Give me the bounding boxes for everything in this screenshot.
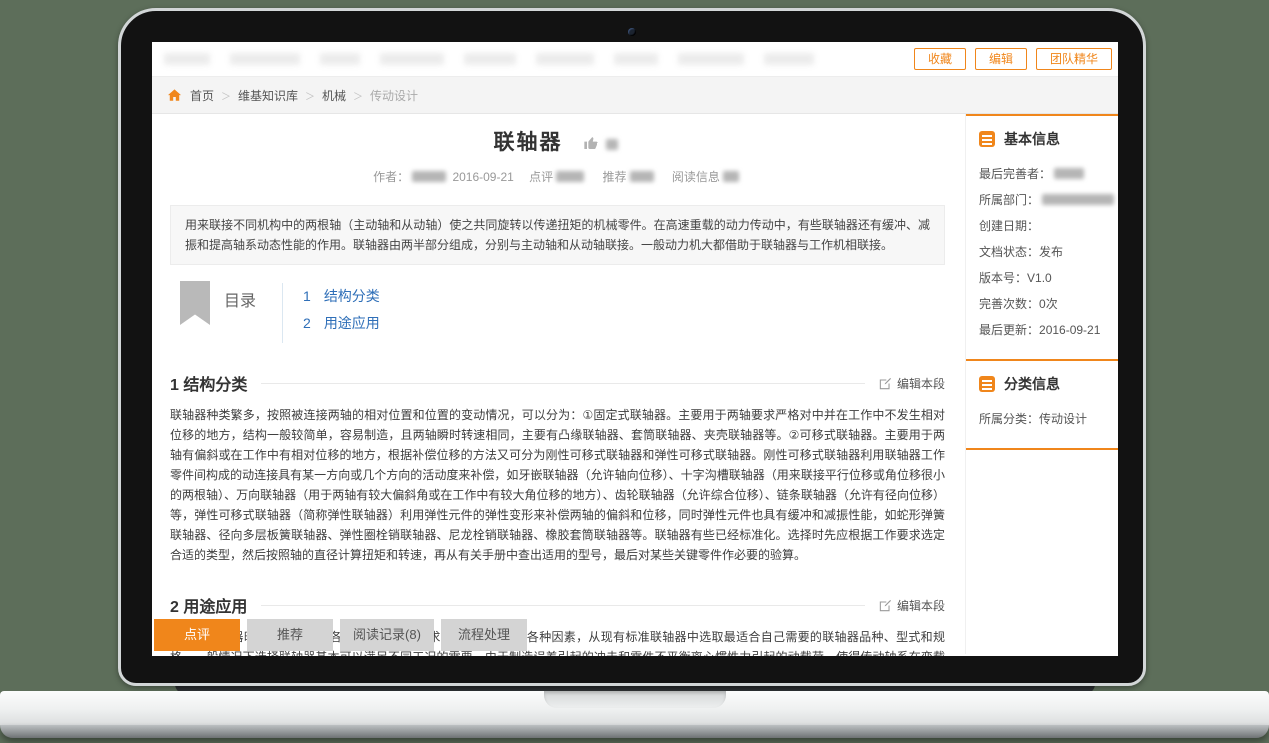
article-summary: 用来联接不同机构中的两根轴（主动轴和从动轴）使之共同旋转以传递扭矩的机械零件。在… — [170, 205, 945, 265]
toc-divider — [282, 283, 283, 343]
section-1-body: 联轴器种类繁多，按照被连接两轴的相对位置和位置的变动情况，可以分为：①固定式联轴… — [170, 405, 945, 565]
laptop-base — [0, 691, 1269, 725]
top-header: 收藏 编辑 团队精华 — [152, 42, 1118, 76]
recommend-count-redacted — [630, 171, 654, 182]
field-revision-count: 完善次数：0次 — [979, 291, 1110, 317]
toc-item-number: 2 — [303, 315, 311, 331]
breadcrumb-home[interactable]: 首页 — [190, 87, 214, 104]
category-info-title: 分类信息 — [1004, 374, 1060, 394]
toc-title: 目录 — [224, 287, 256, 311]
favorite-button[interactable]: 收藏 — [914, 48, 966, 70]
field-create-date: 创建日期： — [979, 213, 1110, 239]
breadcrumb-wiki[interactable]: 维基知识库 — [238, 87, 298, 104]
bookmark-icon — [180, 281, 210, 325]
like-count-redacted — [606, 139, 618, 150]
field-department: 所属部门： — [979, 187, 1110, 213]
edit-section-2-link[interactable]: 编辑本段 — [879, 597, 945, 614]
tab-comment[interactable]: 点评 — [154, 619, 240, 651]
bottom-tabs: 点评 推荐 阅读记录(8) 流程处理 — [154, 619, 527, 651]
toc-item-usage[interactable]: 2 用途应用 — [303, 310, 380, 337]
field-doc-status: 文档状态：发布 — [979, 239, 1110, 265]
title-row: 联轴器 — [170, 130, 945, 160]
toc-item-label[interactable]: 结构分类 — [324, 288, 380, 304]
section-1-heading: 1 结构分类 — [170, 371, 247, 395]
page-title: 联轴器 — [494, 131, 563, 154]
browser-page: 收藏 编辑 团队精华 首页 ＞ 维基知识库 ＞ 机械 ＞ 传动设计 — [152, 42, 1118, 656]
field-version: 版本号：V1.0 — [979, 265, 1110, 291]
last-editor-redacted — [1054, 168, 1084, 179]
tab-recommend[interactable]: 推荐 — [247, 619, 333, 651]
edit-section-label: 编辑本段 — [897, 597, 945, 614]
laptop-base-edge — [0, 725, 1269, 738]
author-label: 作者： — [373, 170, 409, 184]
toc-item-structure[interactable]: 1 结构分类 — [303, 283, 380, 310]
basic-info-header: 基本信息 — [979, 129, 1110, 149]
publish-date: 2016-09-21 — [452, 170, 513, 184]
edit-section-1-link[interactable]: 编辑本段 — [879, 375, 945, 392]
webcam-icon — [628, 28, 636, 36]
section-divider — [261, 605, 865, 606]
section-1-header: 1 结构分类 编辑本段 — [170, 371, 945, 395]
breadcrumb-separator: ＞ — [353, 88, 363, 103]
document-list-icon — [979, 131, 995, 147]
edit-pencil-icon — [879, 377, 892, 390]
article: 联轴器 作者： 2016-09-21 点评 推荐 阅读信息 用来联接不同机构中的… — [152, 114, 965, 654]
recommend-count-label[interactable]: 推荐 — [603, 170, 627, 184]
breadcrumb-machinery[interactable]: 机械 — [322, 87, 346, 104]
department-redacted — [1042, 194, 1114, 205]
laptop-notch — [544, 691, 726, 708]
right-sidebar: 基本信息 最后完善者： 所属部门： 创建日期： 文档状态：发布 — [965, 114, 1118, 654]
edit-pencil-icon — [879, 599, 892, 612]
laptop-screen: 收藏 编辑 团队精华 首页 ＞ 维基知识库 ＞ 机械 ＞ 传动设计 — [118, 8, 1146, 686]
author-name-redacted — [412, 171, 446, 182]
toc-item-number: 1 — [303, 288, 311, 304]
category-info-header: 分类信息 — [979, 374, 1110, 394]
field-category: 所属分类：传动设计 — [979, 406, 1110, 432]
section-divider — [261, 383, 865, 384]
basic-info-panel: 基本信息 最后完善者： 所属部门： 创建日期： 文档状态：发布 — [966, 114, 1118, 359]
article-meta: 作者： 2016-09-21 点评 推荐 阅读信息 — [170, 168, 945, 185]
document-list-icon — [979, 376, 995, 392]
redacted-nav — [164, 53, 814, 65]
category-info-panel: 分类信息 所属分类：传动设计 — [966, 359, 1118, 450]
breadcrumb-separator: ＞ — [305, 88, 315, 103]
thumbs-up-icon[interactable] — [583, 134, 599, 160]
basic-info-title: 基本信息 — [1004, 129, 1060, 149]
edit-section-label: 编辑本段 — [897, 375, 945, 392]
toc-item-label[interactable]: 用途应用 — [324, 315, 380, 331]
read-count-redacted — [723, 171, 739, 182]
laptop-mockup: 收藏 编辑 团队精华 首页 ＞ 维基知识库 ＞ 机械 ＞ 传动设计 — [0, 0, 1269, 743]
section-2-header: 2 用途应用 编辑本段 — [170, 593, 945, 617]
comment-count-redacted — [556, 171, 584, 182]
field-last-editor: 最后完善者： — [979, 161, 1110, 187]
content-area: 联轴器 作者： 2016-09-21 点评 推荐 阅读信息 用来联接不同机构中的… — [152, 114, 1118, 654]
table-of-contents: 目录 1 结构分类 2 用途应用 — [170, 279, 945, 343]
tab-read-history[interactable]: 阅读记录(8) — [340, 619, 434, 651]
field-last-updated: 最后更新：2016-09-21 — [979, 317, 1110, 343]
home-icon — [168, 89, 181, 101]
comment-count-label[interactable]: 点评 — [529, 170, 553, 184]
category-link[interactable]: 传动设计 — [1039, 412, 1087, 426]
section-2-heading: 2 用途应用 — [170, 593, 247, 617]
breadcrumb-separator: ＞ — [221, 88, 231, 103]
team-pick-button[interactable]: 团队精华 — [1036, 48, 1112, 70]
edit-button[interactable]: 编辑 — [975, 48, 1027, 70]
breadcrumb: 首页 ＞ 维基知识库 ＞ 机械 ＞ 传动设计 — [152, 76, 1118, 114]
breadcrumb-current: 传动设计 — [370, 87, 418, 104]
read-info-label[interactable]: 阅读信息 — [672, 170, 720, 184]
tab-workflow[interactable]: 流程处理 — [441, 619, 527, 651]
